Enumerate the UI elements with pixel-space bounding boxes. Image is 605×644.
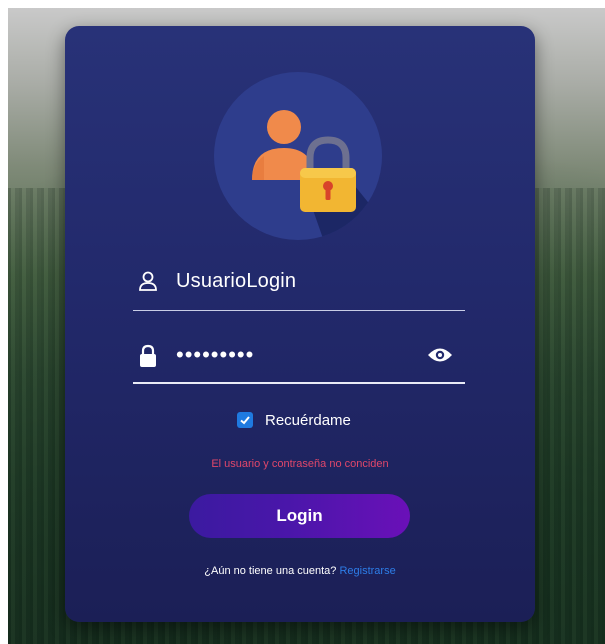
remember-me[interactable]: Recuérdame	[237, 409, 351, 431]
password-value: •••••••••	[176, 342, 255, 367]
user-icon	[137, 270, 159, 294]
error-message: El usuario y contraseña no conciden	[211, 458, 389, 470]
login-card: UsuarioLogin ••••••••• Recuérdame El usu…	[65, 26, 535, 622]
remember-checkbox[interactable]	[237, 412, 253, 428]
username-field[interactable]: UsuarioLogin	[133, 258, 465, 311]
signup-prompt: ¿Aún no tiene una cuenta? Registrarse	[65, 565, 535, 577]
login-button[interactable]: Login	[189, 494, 410, 538]
check-icon	[240, 416, 250, 425]
password-field[interactable]: •••••••••	[133, 332, 465, 384]
lock-icon	[137, 344, 159, 368]
eye-icon[interactable]	[427, 346, 453, 364]
register-link[interactable]: Registrarse	[339, 565, 395, 577]
user-lock-icon	[214, 72, 382, 240]
username-value: UsuarioLogin	[176, 270, 297, 292]
signup-text: ¿Aún no tiene una cuenta?	[204, 565, 337, 577]
remember-label: Recuérdame	[265, 411, 351, 429]
